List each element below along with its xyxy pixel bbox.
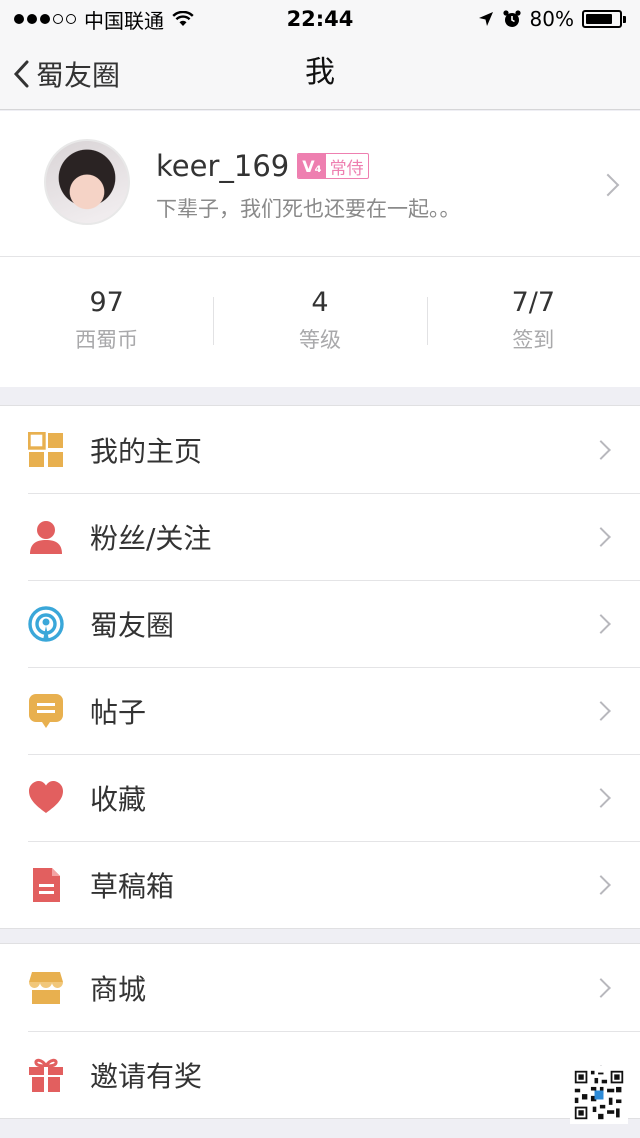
menu-group-main: 我的主页 粉丝/关注 蜀友圈 帖子 收藏 草稿箱 — [0, 405, 640, 929]
menu-item-label: 商城 — [90, 972, 147, 1006]
shop-icon — [29, 972, 63, 1004]
qr-code-icon — [570, 1066, 628, 1124]
stats-row: 97 西蜀币 4 等级 7/7 签到 — [0, 257, 640, 387]
signal-strength-icon — [14, 14, 76, 24]
menu-item-shop[interactable]: 商城 — [0, 944, 640, 1031]
status-bar: 中国联通 22:44 80% — [0, 0, 640, 38]
profile-card[interactable]: keer_169 V₄ 常侍 下辈子，我们死也还要在一起。。 — [0, 111, 640, 257]
menu-item-label: 我的主页 — [90, 434, 203, 468]
menu-item-homepage[interactable]: 我的主页 — [0, 406, 640, 493]
back-button[interactable]: 蜀友圈 — [12, 38, 120, 110]
gift-icon — [29, 1058, 63, 1092]
menu-item-label: 粉丝/关注 — [90, 521, 212, 555]
chevron-right-icon — [596, 173, 620, 197]
status-left: 中国联通 — [14, 5, 194, 34]
menu-item-circle[interactable]: 蜀友圈 — [0, 580, 640, 667]
menu-group-extra: 商城 邀请有奖 — [0, 943, 640, 1119]
broadcast-icon — [28, 606, 64, 642]
alarm-icon — [502, 10, 521, 27]
navigation-bar: 蜀友圈 我 — [0, 38, 640, 110]
heart-icon — [29, 781, 63, 813]
chevron-left-icon — [13, 60, 29, 88]
menu-item-followers[interactable]: 粉丝/关注 — [0, 493, 640, 580]
vip-title: 常侍 — [329, 158, 364, 179]
stat-value: 7/7 — [511, 286, 556, 318]
stat-label: 等级 — [298, 327, 341, 352]
vip-level: V₄ — [298, 154, 326, 178]
profile-name-row: keer_169 V₄ 常侍 — [156, 149, 369, 183]
draft-icon — [33, 868, 60, 902]
stat-level[interactable]: 4 等级 — [213, 257, 426, 387]
menu-item-posts[interactable]: 帖子 — [0, 667, 640, 754]
grid-icon — [28, 432, 63, 467]
chevron-right-icon — [591, 614, 611, 634]
profile-signature: 下辈子，我们死也还要在一起。。 — [156, 197, 461, 221]
location-arrow-icon — [478, 12, 493, 26]
battery-icon — [582, 10, 626, 28]
menu-item-invite[interactable]: 邀请有奖 — [0, 1031, 640, 1118]
stat-label: 签到 — [512, 327, 555, 352]
vip-badge: V₄ 常侍 — [297, 153, 369, 179]
stat-coins[interactable]: 97 西蜀币 — [0, 257, 213, 387]
menu-item-label: 邀请有奖 — [90, 1059, 203, 1093]
chevron-right-icon — [591, 875, 611, 895]
menu-item-drafts[interactable]: 草稿箱 — [0, 841, 640, 928]
battery-percent: 80% — [529, 7, 574, 31]
username: keer_169 — [156, 149, 290, 183]
chevron-right-icon — [591, 527, 611, 547]
stat-label: 西蜀币 — [75, 327, 139, 352]
stat-value: 97 — [89, 286, 124, 318]
back-button-label: 蜀友圈 — [36, 59, 121, 92]
wifi-icon — [172, 11, 194, 26]
menu-item-label: 蜀友圈 — [90, 608, 175, 642]
carrier-label: 中国联通 — [84, 8, 164, 33]
menu-item-label: 帖子 — [90, 695, 147, 729]
post-icon — [29, 694, 63, 728]
chevron-right-icon — [591, 978, 611, 998]
menu-item-label: 草稿箱 — [90, 869, 175, 903]
avatar[interactable] — [44, 139, 130, 225]
chevron-right-icon — [591, 701, 611, 721]
menu-item-label: 收藏 — [90, 782, 147, 816]
menu-item-favorites[interactable]: 收藏 — [0, 754, 640, 841]
chevron-right-icon — [591, 440, 611, 460]
stat-checkin[interactable]: 7/7 签到 — [426, 257, 640, 387]
chevron-right-icon — [591, 788, 611, 808]
person-icon — [30, 521, 62, 554]
status-right: 80% — [478, 7, 626, 31]
stat-value: 4 — [311, 286, 329, 318]
